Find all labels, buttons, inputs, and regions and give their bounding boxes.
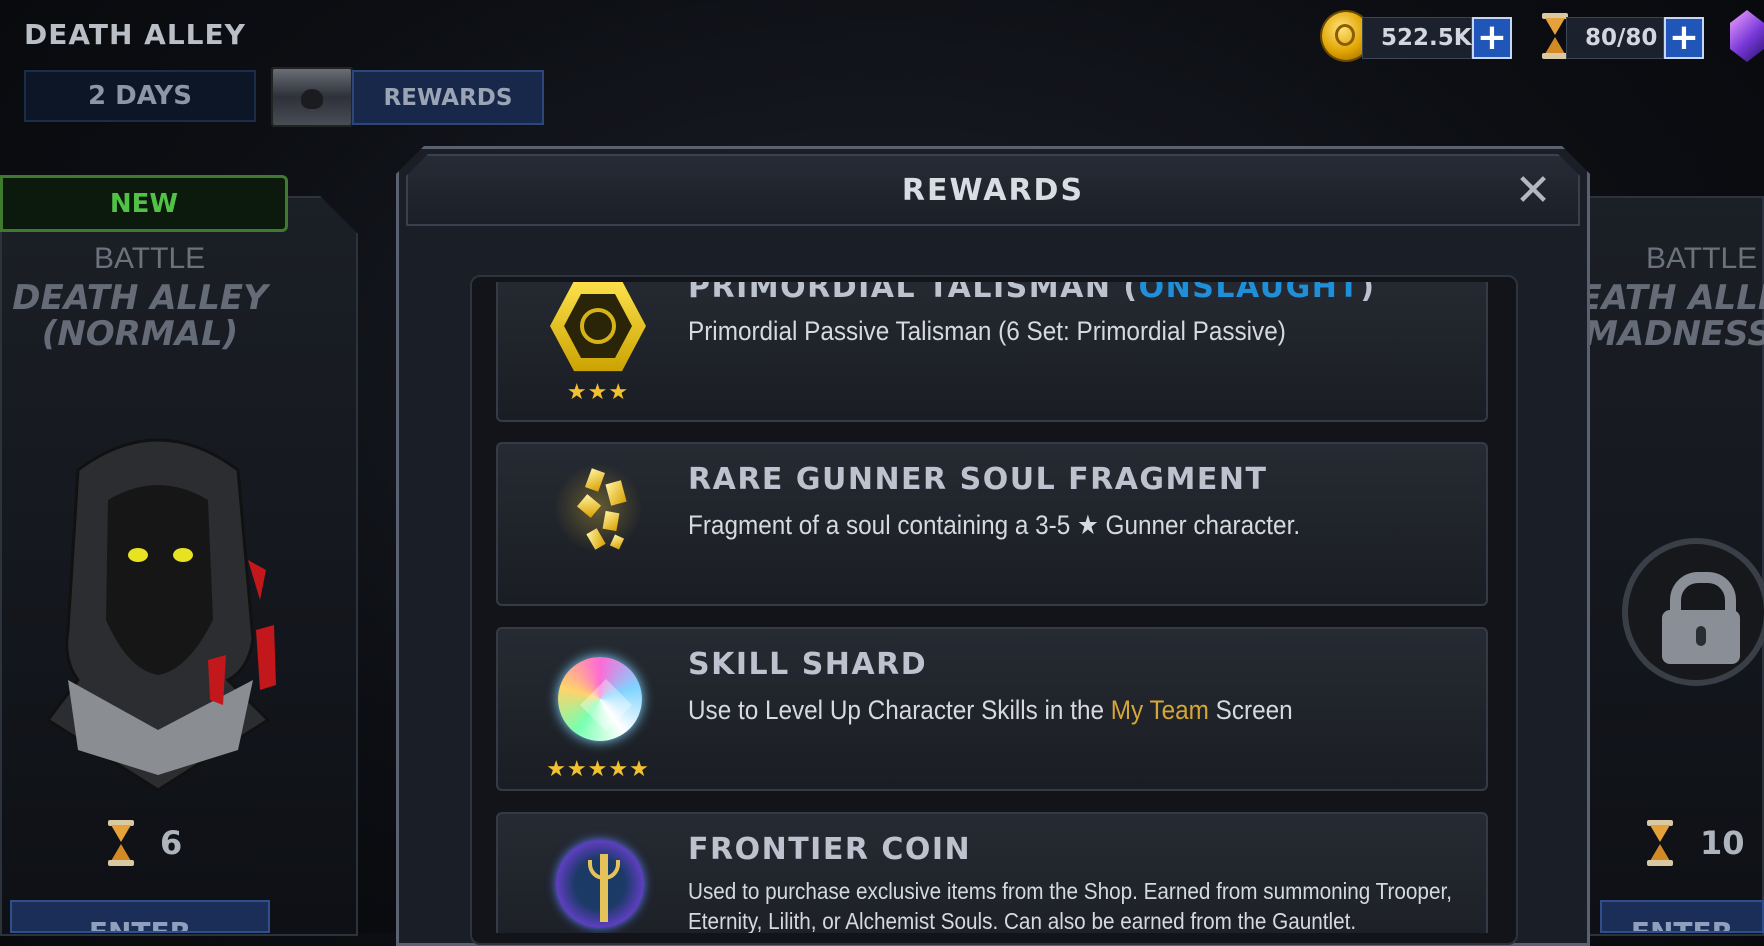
left-battle-name-line1: DEATH ALLEY bbox=[12, 278, 268, 318]
reward-desc-line2: Eternity, Lilith, or Alchemist Souls. Ca… bbox=[688, 908, 1357, 933]
star-rating: ★★★ bbox=[566, 380, 630, 405]
crystal-gem-icon[interactable] bbox=[1730, 10, 1764, 62]
right-battle-name-clip: DEATH ALLEY (MADNESS) bbox=[1590, 280, 1764, 360]
reward-item-name: FRONTIER COIN bbox=[688, 832, 972, 867]
right-battle-cost: 10 bbox=[1700, 824, 1745, 862]
gold-amount: 522.5K bbox=[1362, 17, 1472, 59]
energy-amount: 80/80 bbox=[1566, 17, 1664, 59]
star-rating: ★★★★★ bbox=[546, 757, 650, 782]
left-cost-hourglass-icon bbox=[106, 820, 136, 866]
rewards-button[interactable]: REWARDS bbox=[352, 70, 544, 125]
boss-portrait bbox=[38, 430, 278, 792]
right-battle-name-line1: DEATH ALLEY bbox=[1590, 280, 1764, 318]
frontier-coin-icon bbox=[556, 840, 644, 928]
reward-name-highlight: ONSLAUGHT bbox=[1138, 282, 1361, 305]
left-battle-cost: 6 bbox=[160, 824, 183, 862]
right-cost-hourglass-icon bbox=[1645, 820, 1675, 866]
reward-desc-suffix: Screen bbox=[1208, 695, 1293, 725]
soul-fragment-icon bbox=[550, 460, 646, 556]
reward-item-description: Fragment of a soul containing a 3-5 ★ Gu… bbox=[688, 510, 1301, 540]
right-battle-name-line2: (MADNESS) bbox=[1590, 314, 1764, 354]
reward-item-talisman[interactable]: PRIMORDIAL TALISMAN (ONSLAUGHT) Primordi… bbox=[496, 282, 1488, 422]
reward-item-name: PRIMORDIAL TALISMAN (ONSLAUGHT) bbox=[688, 282, 1376, 305]
right-battle-name: DEATH ALLEY (MADNESS) bbox=[1590, 280, 1764, 352]
reward-item-name: SKILL SHARD bbox=[688, 647, 928, 682]
add-energy-button[interactable]: + bbox=[1664, 17, 1704, 59]
rewards-list[interactable]: PRIMORDIAL TALISMAN (ONSLAUGHT) Primordi… bbox=[496, 282, 1490, 933]
left-battle-name-line2: (NORMAL) bbox=[41, 314, 239, 354]
reward-name-prefix: PRIMORDIAL TALISMAN ( bbox=[688, 282, 1139, 305]
reward-desc-line1: Used to purchase exclusive items from th… bbox=[688, 878, 1452, 904]
my-team-link: My Team bbox=[1110, 695, 1209, 725]
reward-item-skill-shard[interactable]: SKILL SHARD Use to Level Up Character Sk… bbox=[496, 627, 1488, 791]
reward-item-description: Primordial Passive Talisman (6 Set: Prim… bbox=[688, 316, 1286, 346]
left-battle-label: BATTLE bbox=[94, 242, 206, 275]
event-duration: 2 DAYS bbox=[24, 70, 256, 122]
right-battle-label: BATTLE bbox=[1646, 242, 1758, 275]
new-badge: NEW bbox=[0, 175, 288, 232]
reward-item-frontier-coin[interactable]: FRONTIER COIN Used to purchase exclusive… bbox=[496, 812, 1488, 933]
reward-item-soul-fragment[interactable]: RARE GUNNER SOUL FRAGMENT Fragment of a … bbox=[496, 442, 1488, 606]
add-gold-button[interactable]: + bbox=[1472, 17, 1512, 59]
skill-shard-icon bbox=[558, 657, 642, 741]
modal-title: REWARDS bbox=[901, 172, 1085, 208]
reward-desc-prefix: Use to Level Up Character Skills in the bbox=[688, 695, 1111, 725]
reward-item-description: Use to Level Up Character Skills in the … bbox=[688, 695, 1293, 726]
reward-item-description: Used to purchase exclusive items from th… bbox=[688, 876, 1452, 933]
left-enter-button[interactable]: ENTER bbox=[10, 900, 270, 933]
right-enter-button[interactable]: ENTER bbox=[1600, 900, 1764, 933]
close-icon[interactable]: ✕ bbox=[1510, 168, 1556, 214]
reward-name-suffix: ) bbox=[1360, 282, 1376, 305]
lock-icon bbox=[1622, 538, 1764, 686]
left-battle-name: DEATH ALLEY (NORMAL) bbox=[0, 280, 290, 352]
event-title: DEATH ALLEY bbox=[24, 18, 246, 51]
talisman-icon bbox=[550, 282, 646, 372]
chest-icon[interactable] bbox=[271, 67, 353, 127]
reward-item-name: RARE GUNNER SOUL FRAGMENT bbox=[688, 462, 1268, 497]
